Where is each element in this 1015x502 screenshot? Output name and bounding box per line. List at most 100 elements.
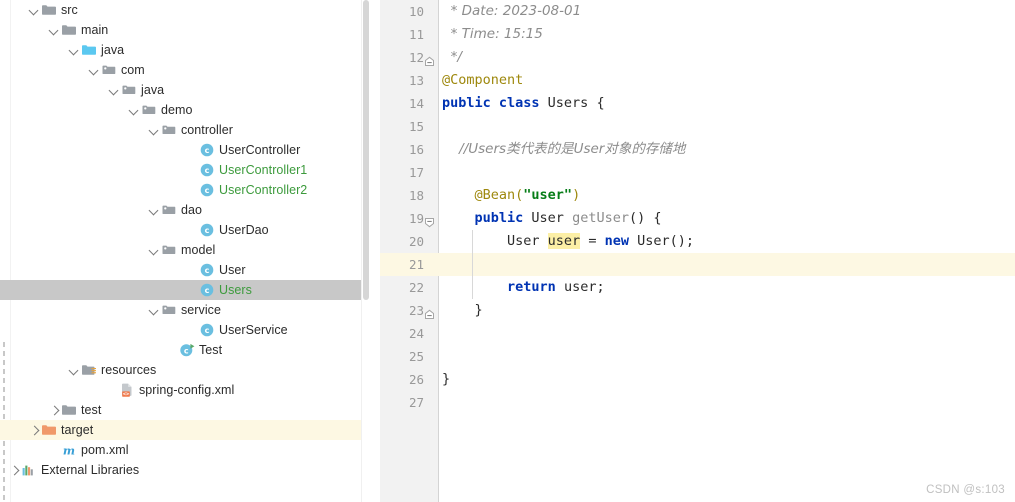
project-tree[interactable]: src main java com java demo controller c UserCon… — [0, 0, 370, 480]
maven-pom-icon: m — [61, 442, 77, 458]
code-line[interactable]: 15 — [380, 115, 1015, 138]
tree-row[interactable]: External Libraries — [0, 460, 370, 480]
project-tool-window[interactable]: src main java com java demo controller c UserCon… — [0, 0, 370, 502]
svg-text:c: c — [205, 266, 210, 275]
tree-row[interactable]: service — [0, 300, 370, 320]
code-line[interactable]: 14 public class Users { — [380, 92, 1015, 115]
tree-row[interactable]: c Users — [0, 280, 370, 300]
package-icon — [121, 82, 137, 98]
code-line[interactable]: 26} — [380, 368, 1015, 391]
line-number: 15 — [408, 119, 424, 134]
project-tree-scrollbar-thumb[interactable] — [363, 0, 369, 300]
tree-row-label: service — [181, 303, 221, 317]
folder-icon — [61, 402, 77, 418]
code-line[interactable]: 17 — [380, 161, 1015, 184]
chevron-down-icon[interactable] — [68, 360, 81, 380]
code-line-text: public class Users { — [442, 92, 605, 115]
tree-row[interactable]: c User — [0, 260, 370, 280]
code-line[interactable]: 10 * Date: 2023-08-01 — [380, 0, 1015, 23]
code-line[interactable]: 24 — [380, 322, 1015, 345]
code-line-text: return user; — [442, 276, 605, 299]
line-number: 24 — [408, 326, 424, 341]
project-tree-scrollbar[interactable] — [361, 0, 370, 502]
tree-row[interactable]: controller — [0, 120, 370, 140]
code-line[interactable]: 16 //Users类代表的是User对象的存储地 — [380, 138, 1015, 161]
tree-row[interactable]: java — [0, 80, 370, 100]
svg-text:c: c — [205, 186, 210, 195]
tree-row-label: test — [81, 403, 102, 417]
chevron-right-icon[interactable] — [8, 460, 21, 480]
line-number: 22 — [408, 280, 424, 295]
package-icon — [101, 62, 117, 78]
tree-row[interactable]: com — [0, 60, 370, 80]
tree-row[interactable]: java — [0, 40, 370, 60]
chevron-down-icon[interactable] — [148, 300, 161, 320]
editor-code-area[interactable]: 10 * Date: 2023-08-01 11 * Time: 15:15 12 … — [380, 0, 1015, 414]
code-token: */ — [442, 49, 462, 65]
tree-row[interactable]: src — [0, 0, 370, 20]
tree-row[interactable]: target — [0, 420, 370, 440]
tree-row[interactable]: c UserController1 — [0, 160, 370, 180]
code-line[interactable]: 23 } — [380, 299, 1015, 322]
tree-row[interactable]: c UserDao — [0, 220, 370, 240]
code-line[interactable]: 19 public User getUser() { — [380, 207, 1015, 230]
chevron-down-icon[interactable] — [48, 20, 61, 40]
svg-text:m: m — [63, 444, 75, 458]
code-line[interactable]: 18 @Bean("user") — [380, 184, 1015, 207]
code-token: () { — [628, 210, 662, 226]
chevron-down-icon[interactable] — [148, 200, 161, 220]
code-fold-start-icon[interactable] — [424, 213, 435, 228]
code-token: @Component — [442, 72, 524, 88]
tree-row[interactable]: m pom.xml — [0, 440, 370, 460]
code-line[interactable]: 11 * Time: 15:15 — [380, 23, 1015, 46]
tree-row-label: UserController — [219, 143, 301, 157]
tree-row[interactable]: c UserController — [0, 140, 370, 160]
code-line[interactable]: 13 @Component — [380, 69, 1015, 92]
chevron-down-icon[interactable] — [88, 60, 101, 80]
external-library-icon — [21, 462, 37, 478]
code-line[interactable]: 22 return user; — [380, 276, 1015, 299]
code-editor[interactable]: 10 * Date: 2023-08-01 11 * Time: 15:15 12 … — [380, 0, 1015, 502]
tree-row[interactable]: main — [0, 20, 370, 40]
code-fold-end-icon[interactable] — [424, 305, 435, 319]
tree-row[interactable]: resources — [0, 360, 370, 380]
code-fold-end-icon[interactable] — [424, 52, 435, 66]
code-line[interactable]: 12 */ — [380, 46, 1015, 69]
code-token: @Bean( — [442, 187, 524, 203]
chevron-down-icon[interactable] — [28, 0, 41, 20]
line-number: 23 — [408, 303, 424, 318]
code-line[interactable]: 21 — [380, 253, 1015, 276]
line-number: 14 — [408, 96, 424, 111]
chevron-down-icon[interactable] — [128, 100, 141, 120]
tree-row[interactable]: dao — [0, 200, 370, 220]
tree-row[interactable]: c UserService — [0, 320, 370, 340]
tree-row[interactable]: <> spring-config.xml — [0, 380, 370, 400]
code-line[interactable]: 25 — [380, 345, 1015, 368]
chevron-right-icon[interactable] — [48, 400, 61, 420]
tree-row[interactable]: c UserController2 — [0, 180, 370, 200]
tree-row-label: model — [181, 243, 216, 257]
code-line[interactable]: 20 User user = new User(); — [380, 230, 1015, 253]
tree-row[interactable]: demo — [0, 100, 370, 120]
chevron-down-icon[interactable] — [148, 120, 161, 140]
tree-row-label: resources — [101, 363, 157, 377]
chevron-down-icon[interactable] — [68, 40, 81, 60]
code-line-text: @Bean("user") — [442, 184, 581, 207]
tree-row[interactable]: c Test — [0, 340, 370, 360]
tree-row[interactable]: test — [0, 400, 370, 420]
tree-row-label: dao — [181, 203, 203, 217]
tree-row[interactable]: model — [0, 240, 370, 260]
chevron-right-icon[interactable] — [28, 420, 41, 440]
tree-row-label: spring-config.xml — [139, 383, 235, 397]
chevron-down-icon[interactable] — [108, 80, 121, 100]
chevron-down-icon[interactable] — [148, 240, 161, 260]
code-line[interactable]: 27 — [380, 391, 1015, 414]
line-number: 10 — [408, 4, 424, 19]
